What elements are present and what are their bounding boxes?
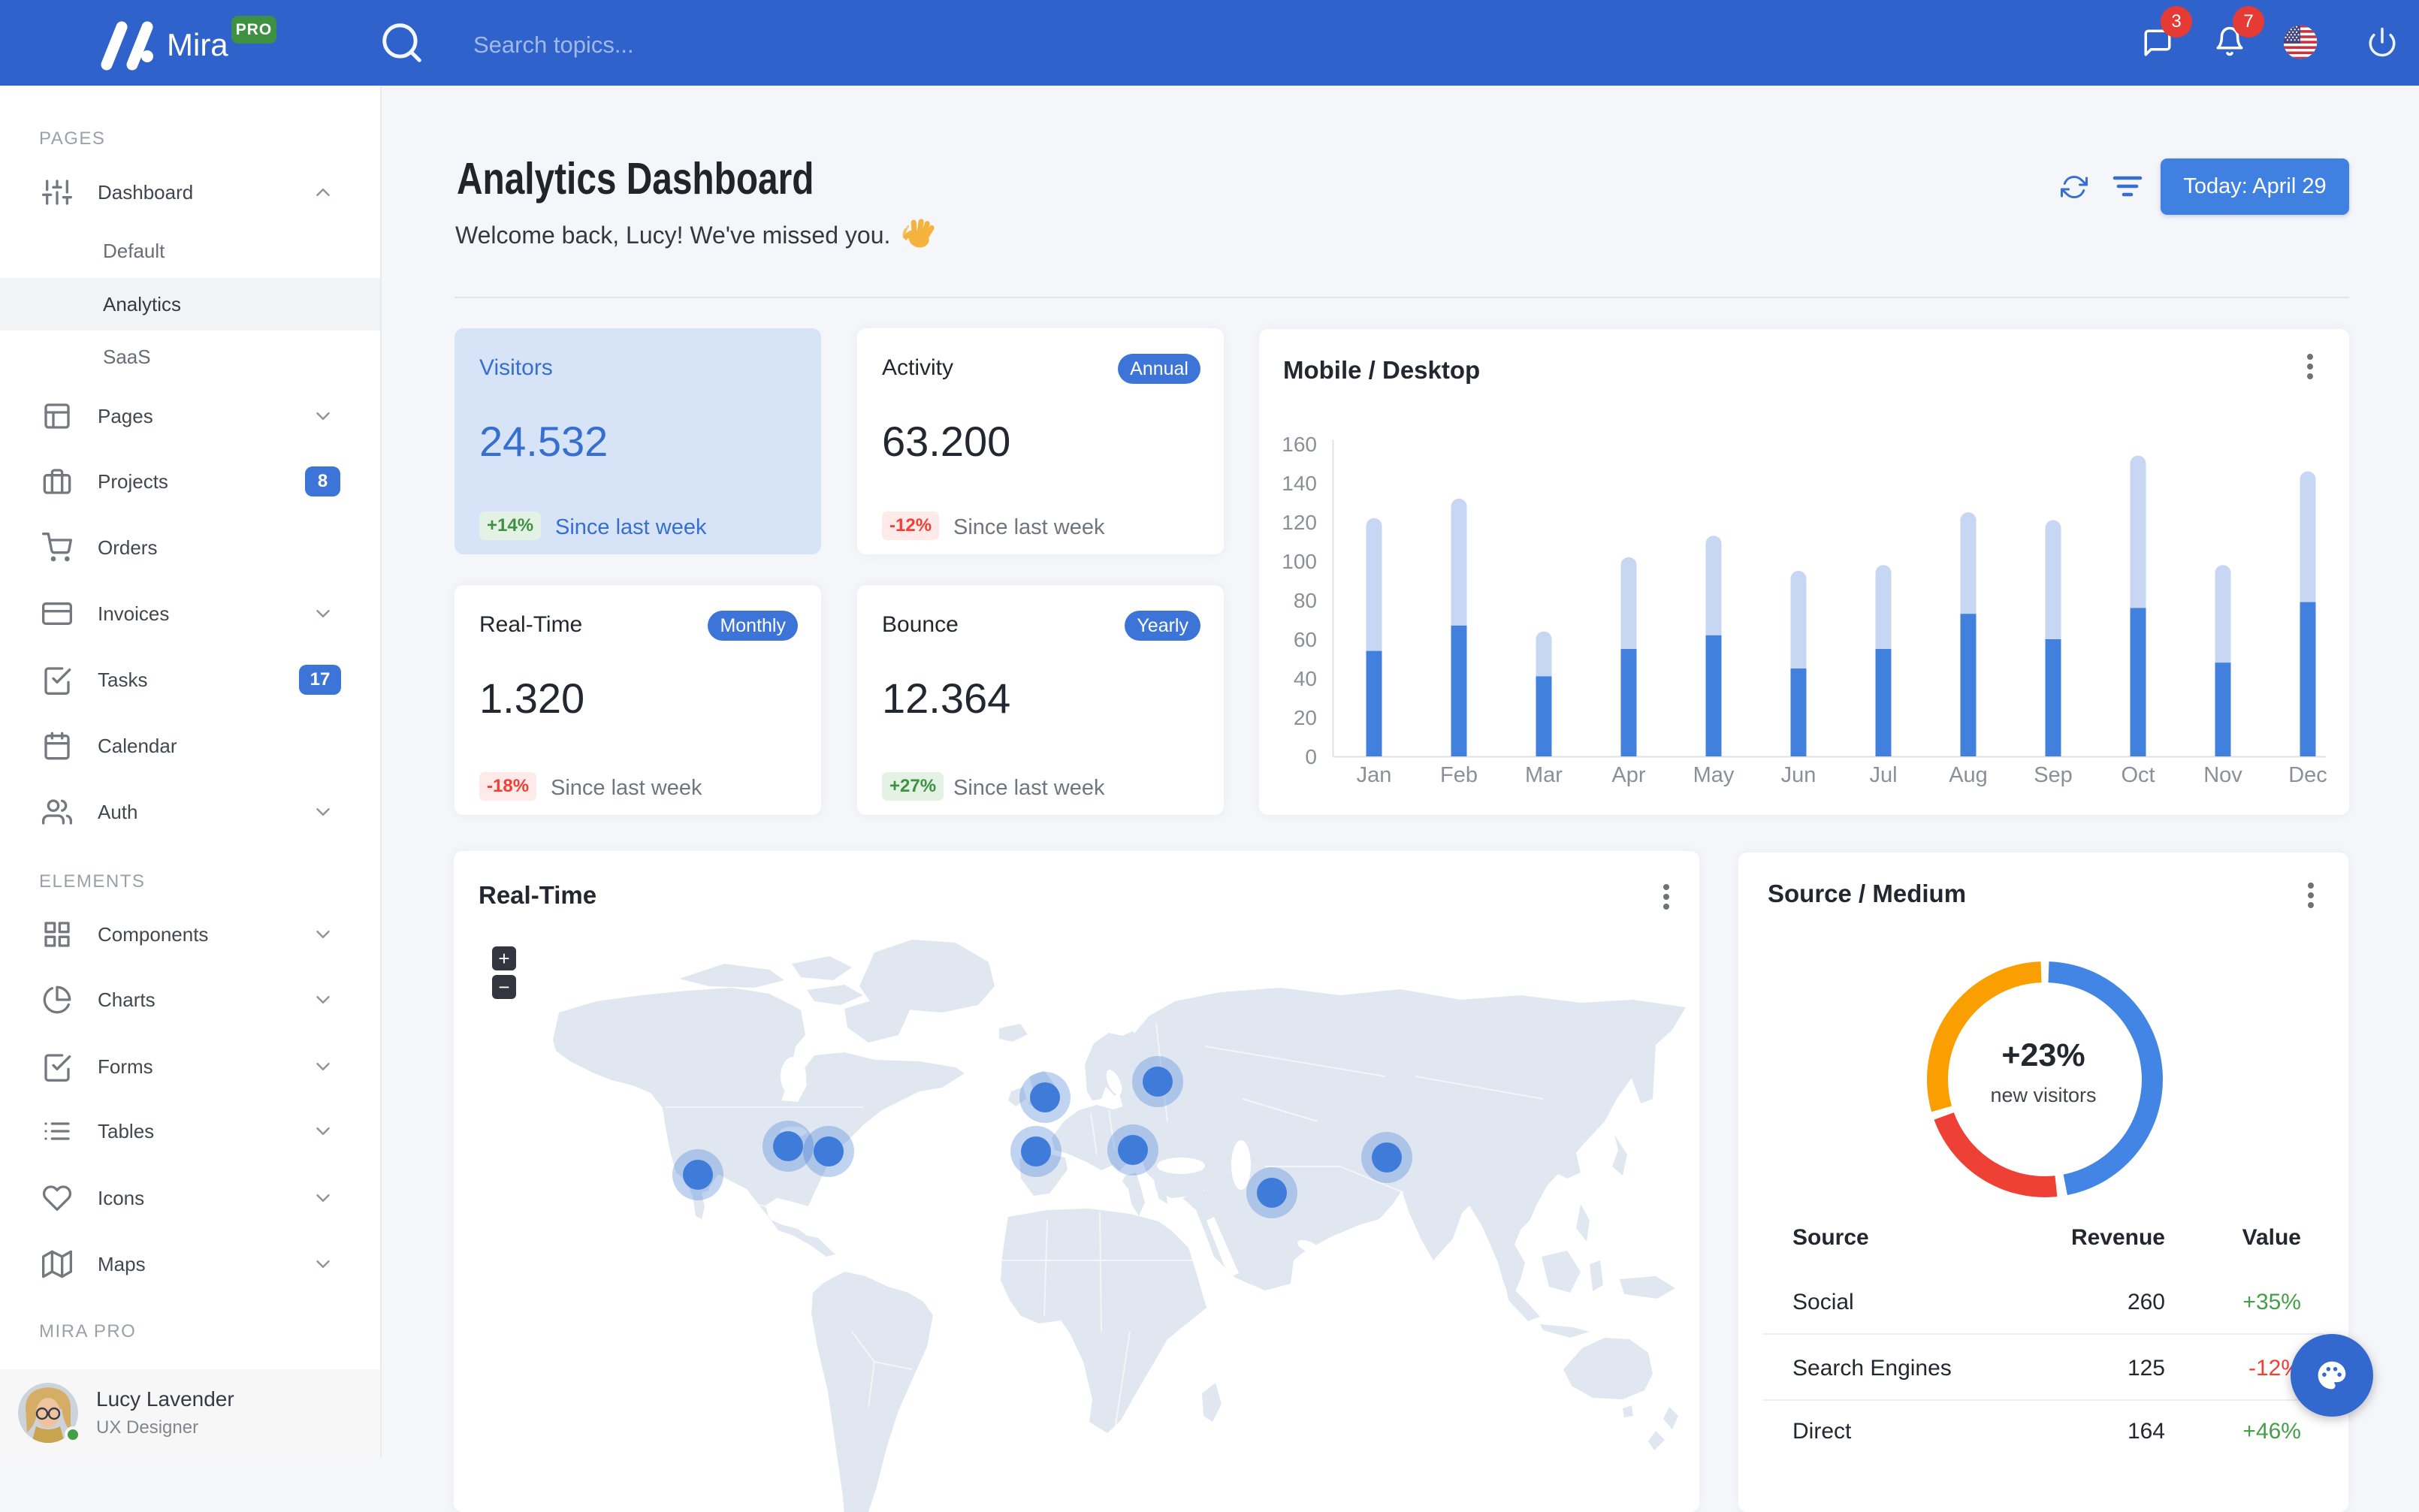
svg-text:Jul: Jul <box>1869 763 1897 787</box>
svg-text:Mar: Mar <box>1525 763 1563 787</box>
svg-text:140: 140 <box>1282 472 1317 495</box>
svg-text:Sep: Sep <box>2034 763 2073 787</box>
svg-text:Apr: Apr <box>1611 763 1645 787</box>
svg-text:80: 80 <box>1294 589 1317 612</box>
svg-text:Jun: Jun <box>1781 763 1817 787</box>
svg-text:60: 60 <box>1294 628 1317 651</box>
svg-text:Oct: Oct <box>2121 763 2155 787</box>
svg-text:Dec: Dec <box>2288 763 2327 787</box>
svg-text:Jan: Jan <box>1357 763 1392 787</box>
svg-text:20: 20 <box>1294 706 1317 729</box>
svg-text:120: 120 <box>1282 511 1317 534</box>
svg-text:160: 160 <box>1282 433 1317 456</box>
svg-text:0: 0 <box>1305 745 1317 768</box>
svg-text:40: 40 <box>1294 667 1317 690</box>
svg-text:Feb: Feb <box>1440 763 1478 787</box>
svg-text:100: 100 <box>1282 550 1317 573</box>
svg-text:Aug: Aug <box>1949 763 1988 787</box>
svg-text:May: May <box>1693 763 1735 787</box>
svg-text:Nov: Nov <box>2203 763 2242 787</box>
